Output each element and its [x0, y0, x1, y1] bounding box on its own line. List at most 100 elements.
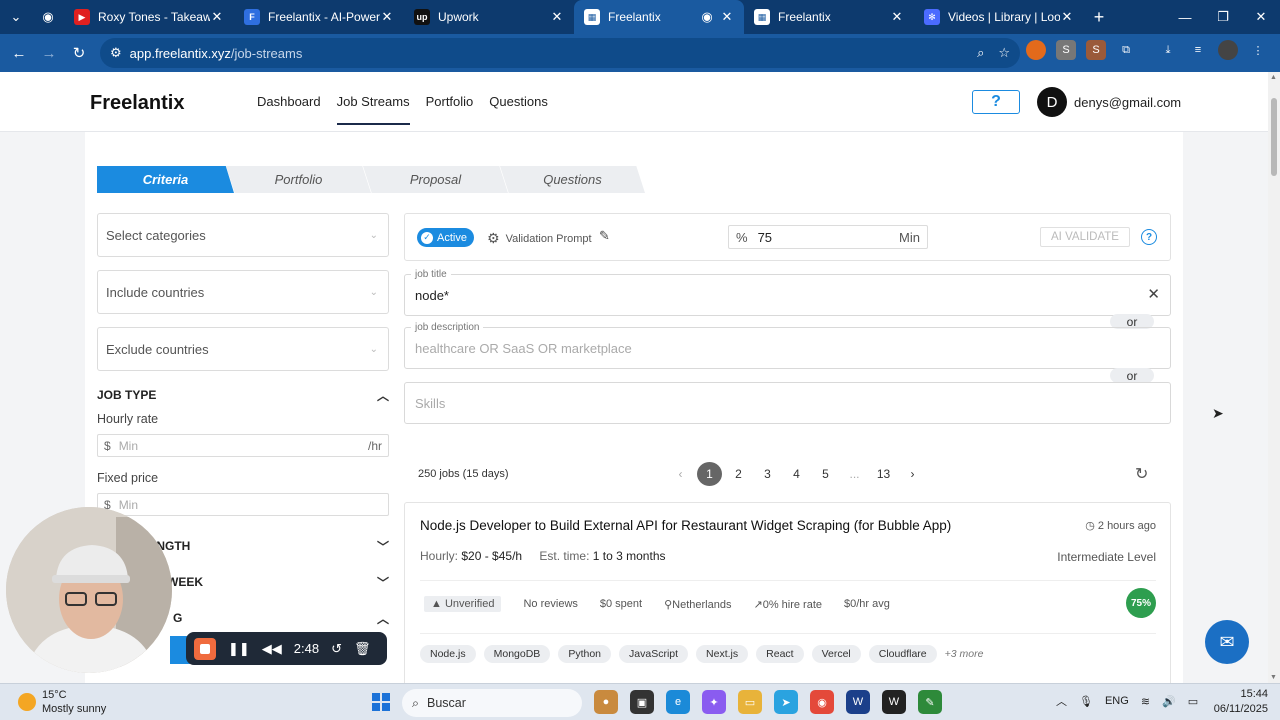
step-criteria[interactable]: Criteria — [97, 166, 234, 193]
tab-close-icon[interactable]: ✕ — [380, 9, 394, 25]
browser-tab[interactable]: ✻ Videos | Library | Loom ✕ — [914, 0, 1084, 34]
weather-widget[interactable]: 15°C Mostly sunny — [18, 688, 106, 716]
job-card[interactable]: Node.js Developer to Build External API … — [404, 502, 1171, 683]
clock[interactable]: 15:44 06/11/2025 — [1212, 687, 1268, 717]
tab-close-icon[interactable]: ✕ — [890, 9, 904, 25]
trash-icon[interactable]: 🗑 — [354, 641, 371, 657]
extensions-puzzle-icon[interactable]: ⧉ — [1116, 40, 1136, 60]
page-4[interactable]: 4 — [784, 462, 809, 486]
reload-icon[interactable]: ↻ — [64, 38, 94, 68]
language-indicator[interactable]: ENG — [1105, 695, 1129, 707]
copilot-icon[interactable]: ✦ — [702, 690, 726, 714]
download-icon[interactable]: ⤓ — [1158, 40, 1178, 60]
webcam-bubble[interactable] — [6, 507, 172, 673]
browser-tab[interactable]: ▶ Roxy Tones - Takeaways | ✕ — [64, 0, 234, 34]
rewind-icon[interactable]: ◀◀ — [262, 641, 282, 657]
taskbar-search[interactable]: ⌕ Buscar — [402, 689, 582, 717]
file-explorer-icon[interactable]: ▭ — [738, 690, 762, 714]
skill-tag[interactable]: MongoDB — [483, 645, 551, 663]
microphone-icon[interactable]: 🎙 — [1079, 695, 1093, 708]
new-tab-button[interactable]: + — [1084, 7, 1114, 28]
active-toggle[interactable]: ✓ Active — [417, 228, 474, 247]
job-title[interactable]: Node.js Developer to Build External API … — [420, 518, 951, 533]
extension-s-icon[interactable]: S — [1056, 40, 1076, 60]
job-title-value[interactable]: node* — [415, 288, 449, 303]
more-skills-link[interactable]: +3 more — [945, 648, 984, 660]
back-icon[interactable]: ← — [4, 38, 34, 68]
skill-tag[interactable]: Node.js — [420, 645, 476, 663]
avatar[interactable]: D — [1037, 87, 1067, 117]
webstorm-icon[interactable]: W — [846, 690, 870, 714]
bookmark-star-icon[interactable]: ☆ — [998, 45, 1010, 61]
percent-min-input[interactable]: % 75 Min — [728, 225, 928, 249]
battery-icon[interactable]: ▭ — [1188, 695, 1198, 708]
minimize-icon[interactable]: — — [1166, 0, 1204, 34]
people-app-icon[interactable]: ● — [594, 690, 618, 714]
restart-icon[interactable]: ↺ — [331, 641, 342, 657]
skill-tag[interactable]: JavaScript — [619, 645, 689, 663]
include-countries-select[interactable]: Include countries ⌄ — [97, 270, 389, 314]
notepad-icon[interactable]: ✎ — [918, 690, 942, 714]
tab-close-icon[interactable]: ✕ — [1060, 9, 1074, 25]
page-13[interactable]: 13 — [871, 462, 896, 486]
stop-recording-button[interactable] — [194, 637, 216, 660]
browser-tab[interactable]: ▦ Freelantix ✕ — [744, 0, 914, 34]
scroll-down-icon[interactable]: ▼ — [1270, 674, 1277, 681]
forward-icon[interactable]: → — [34, 38, 64, 68]
chevron-down-icon[interactable]: ﹀ — [377, 538, 389, 555]
pause-icon[interactable]: ❚❚ — [228, 641, 250, 657]
url-input[interactable]: ⚙ app.freelantix.xyz/job-streams ⌕ ☆ — [100, 38, 1020, 68]
skill-tag[interactable]: Next.js — [696, 645, 749, 663]
maximize-icon[interactable]: ❐ — [1204, 0, 1242, 34]
user-email[interactable]: denys@gmail.com — [1074, 95, 1181, 110]
zoom-icon[interactable]: ⌕ — [977, 45, 984, 61]
edge-icon[interactable]: e — [666, 690, 690, 714]
nav-dashboard[interactable]: Dashboard — [257, 94, 321, 125]
page-1[interactable]: 1 — [697, 462, 722, 486]
volume-icon[interactable]: 🔊 — [1162, 695, 1176, 708]
page-scrollbar[interactable]: ▲ ▼ — [1268, 72, 1280, 683]
categories-select[interactable]: Select categories ⌄ — [97, 213, 389, 257]
skill-tag[interactable]: Vercel — [811, 645, 861, 663]
tray-overflow-icon[interactable]: ︿ — [1056, 693, 1067, 709]
chevron-up-icon[interactable]: ︿ — [377, 387, 389, 404]
job-title-field[interactable]: job title node* ✕ — [404, 269, 1171, 316]
job-description-field[interactable]: job description healthcare OR SaaS OR ma… — [404, 322, 1171, 369]
help-button[interactable]: ? — [972, 90, 1020, 114]
task-view-icon[interactable]: ▣ — [630, 690, 654, 714]
chat-support-button[interactable]: ✉ — [1205, 620, 1249, 664]
scroll-up-icon[interactable]: ▲ — [1270, 74, 1277, 81]
media-control-icon[interactable]: ≡ — [1188, 40, 1208, 60]
nav-portfolio[interactable]: Portfolio — [426, 94, 474, 125]
nav-questions[interactable]: Questions — [489, 94, 548, 125]
browser-tab[interactable]: F Freelantix - AI-Powered U ✕ — [234, 0, 404, 34]
exclude-countries-select[interactable]: Exclude countries ⌄ — [97, 327, 389, 371]
skill-tag[interactable]: Python — [558, 645, 612, 663]
prev-page-icon[interactable]: ‹ — [668, 462, 693, 486]
hourly-rate-input[interactable]: $ Min /hr — [97, 434, 389, 457]
job-type-section-header[interactable]: JOB TYPE ︿ — [97, 384, 389, 406]
page-3[interactable]: 3 — [755, 462, 780, 486]
skills-field[interactable]: Skills — [404, 382, 1171, 424]
extension-s-icon[interactable]: S — [1086, 40, 1106, 60]
page-2[interactable]: 2 — [726, 462, 751, 486]
or-pill[interactable]: or — [1110, 368, 1154, 383]
terminal-app-icon[interactable]: W — [882, 690, 906, 714]
pencil-icon[interactable]: ✎ — [599, 228, 610, 244]
next-page-icon[interactable]: › — [900, 462, 925, 486]
tab-close-icon[interactable]: ✕ — [550, 9, 564, 25]
tab-close-icon[interactable]: ✕ — [210, 9, 224, 25]
question-help-icon[interactable]: ? — [1141, 229, 1157, 245]
skill-tag[interactable]: React — [756, 645, 804, 663]
ai-validate-button[interactable]: AI VALIDATE — [1040, 227, 1130, 247]
browser-tab-active[interactable]: ▦ Freelantix ◉ ✕ — [574, 0, 744, 34]
start-button[interactable] — [372, 693, 390, 711]
chevron-down-icon[interactable]: ﹀ — [377, 574, 389, 591]
step-portfolio[interactable]: Portfolio — [226, 166, 371, 193]
profile-icon[interactable] — [1218, 40, 1238, 60]
close-window-icon[interactable]: ✕ — [1242, 0, 1280, 34]
tab-close-icon[interactable]: ✕ — [720, 9, 734, 25]
logo[interactable]: Freelantix — [90, 92, 184, 115]
step-proposal[interactable]: Proposal — [363, 166, 508, 193]
page-5[interactable]: 5 — [813, 462, 838, 486]
